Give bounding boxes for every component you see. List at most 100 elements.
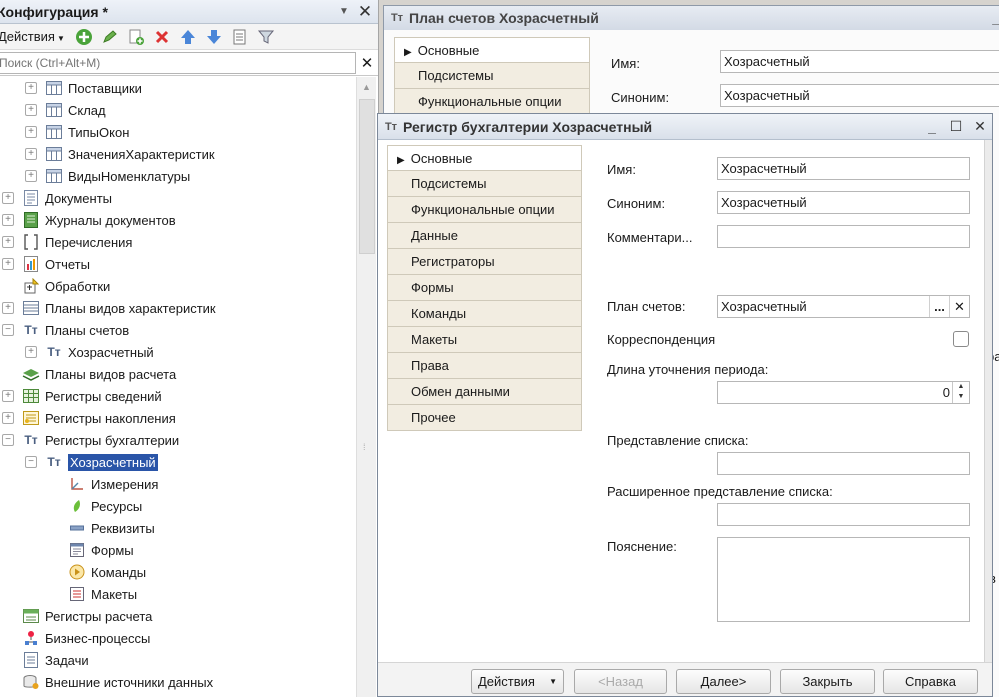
tree-item[interactable]: Ресурсы xyxy=(0,495,356,517)
tree-item[interactable]: Измерения xyxy=(0,473,356,495)
collapse-icon[interactable]: − xyxy=(25,456,37,468)
tree-item[interactable]: Команды xyxy=(0,561,356,583)
list-presentation-field[interactable] xyxy=(717,452,970,475)
tree-item[interactable]: + ТипыОкон xyxy=(0,121,356,143)
expand-icon[interactable]: + xyxy=(2,258,14,270)
expand-icon[interactable]: + xyxy=(25,82,37,94)
clear-icon[interactable]: ✕ xyxy=(949,296,969,317)
move-down-icon[interactable] xyxy=(201,26,227,48)
period-length-stepper[interactable]: 0 ▲ ▼ xyxy=(717,381,970,404)
list-icon[interactable] xyxy=(227,26,253,48)
expand-icon[interactable]: + xyxy=(2,236,14,248)
tree-item[interactable]: + Склад xyxy=(0,99,356,121)
tab-item[interactable]: Функциональные опции xyxy=(387,197,582,223)
collapse-icon[interactable]: − xyxy=(2,324,14,336)
expand-icon[interactable]: + xyxy=(2,390,14,402)
collapse-icon[interactable]: − xyxy=(2,434,14,446)
expand-icon[interactable]: + xyxy=(2,192,14,204)
pin-icon[interactable]: ▼ xyxy=(336,6,352,17)
tree-item[interactable]: − Тт Планы счетов xyxy=(0,319,356,341)
tab-item[interactable]: Команды xyxy=(387,301,582,327)
scroll-thumb[interactable] xyxy=(359,99,375,254)
tree-item[interactable]: Макеты xyxy=(0,583,356,605)
delete-icon[interactable] xyxy=(149,26,175,48)
copy-add-icon[interactable] xyxy=(123,26,149,48)
search-input[interactable] xyxy=(0,51,356,74)
tree-item[interactable]: − Тт Регистры бухгалтерии xyxy=(0,429,356,451)
tree-item[interactable]: + Регистры сведений xyxy=(0,385,356,407)
spin-icon[interactable]: ▲ ▼ xyxy=(952,382,969,403)
tab-item[interactable]: Данные xyxy=(387,223,582,249)
tab-item[interactable]: Обмен данными xyxy=(387,379,582,405)
add-icon[interactable] xyxy=(71,26,97,48)
tree-item[interactable]: Планы видов расчета xyxy=(0,363,356,385)
tree-item[interactable]: + Перечисления xyxy=(0,231,356,253)
actions-menu-button[interactable]: Действия ▼ xyxy=(0,29,65,44)
window-title-bar[interactable]: Тт План счетов Хозрасчетный _ xyxy=(384,6,999,30)
extended-list-presentation-field[interactable] xyxy=(717,503,970,526)
comment-field[interactable] xyxy=(717,225,970,248)
close-button[interactable]: Закрыть xyxy=(780,669,875,694)
scroll-up-icon[interactable]: ▲ xyxy=(357,77,376,97)
expand-icon[interactable]: + xyxy=(25,148,37,160)
tree-item[interactable]: + Журналы документов xyxy=(0,209,356,231)
tree-item[interactable]: + Тт Хозрасчетный xyxy=(0,341,356,363)
tree-item[interactable]: + Документы xyxy=(0,187,356,209)
tab-item[interactable]: Регистраторы xyxy=(387,249,582,275)
tree-item[interactable]: + Планы видов характеристик xyxy=(0,297,356,319)
tree-item[interactable]: + ВидыНоменклатуры xyxy=(0,165,356,187)
expand-icon[interactable]: + xyxy=(2,214,14,226)
actions-button[interactable]: Действия ▼ xyxy=(471,669,564,694)
next-button[interactable]: Далее> xyxy=(676,669,771,694)
tab-item[interactable]: Макеты xyxy=(387,327,582,353)
close-icon[interactable]: ✕ xyxy=(968,118,992,135)
tree-item[interactable]: Задачи xyxy=(0,649,356,671)
tab-item[interactable]: Формы xyxy=(387,275,582,301)
tree-item[interactable]: Обработки xyxy=(0,275,356,297)
tree-item[interactable]: + Отчеты xyxy=(0,253,356,275)
help-button[interactable]: Справка xyxy=(883,669,978,694)
window-title-bar[interactable]: Тт Регистр бухгалтерии Хозрасчетный _ ☐ … xyxy=(378,114,992,140)
select-button[interactable]: ... xyxy=(929,296,949,317)
filter-icon[interactable] xyxy=(253,26,279,48)
tab-item[interactable]: Права xyxy=(387,353,582,379)
close-icon[interactable]: ✕ xyxy=(352,2,378,22)
tab-item[interactable]: ▶ Основные xyxy=(387,145,582,171)
tree-item[interactable]: Бизнес-процессы xyxy=(0,627,356,649)
expand-icon[interactable]: + xyxy=(25,170,37,182)
expand-icon[interactable]: + xyxy=(25,346,37,358)
synonym-field[interactable]: Хозрасчетный xyxy=(720,84,999,107)
synonym-field[interactable]: Хозрасчетный xyxy=(717,191,970,214)
minimize-icon[interactable]: _ xyxy=(920,119,944,135)
tab-subsystems[interactable]: Подсистемы xyxy=(394,63,590,89)
expand-icon[interactable]: + xyxy=(25,126,37,138)
tree-item[interactable]: Внешние источники данных xyxy=(0,671,356,693)
tree-scrollbar[interactable]: ▲ ⁞ xyxy=(356,77,376,697)
back-button[interactable]: <Назад xyxy=(574,669,667,694)
tree-item[interactable]: + Поставщики xyxy=(0,77,356,99)
clear-search-icon[interactable]: ✕ xyxy=(356,54,378,72)
maximize-icon[interactable]: ☐ xyxy=(944,118,968,135)
tab-item[interactable]: Подсистемы xyxy=(387,171,582,197)
minimize-icon[interactable]: _ xyxy=(992,10,999,26)
explanation-textarea[interactable] xyxy=(717,537,970,622)
tree-item[interactable]: + Регистры накопления xyxy=(0,407,356,429)
tree-item[interactable]: Формы xyxy=(0,539,356,561)
tree-item[interactable]: Регистры расчета xyxy=(0,605,356,627)
move-up-icon[interactable] xyxy=(175,26,201,48)
expand-icon[interactable]: + xyxy=(2,302,14,314)
name-field[interactable]: Хозрасчетный xyxy=(717,157,970,180)
tab-functional-options[interactable]: Функциональные опции xyxy=(394,89,590,115)
name-field[interactable]: Хозрасчетный xyxy=(720,50,999,73)
tree-item[interactable]: − Тт Хозрасчетный xyxy=(0,451,356,473)
expand-icon[interactable]: + xyxy=(2,412,14,424)
expand-icon[interactable]: + xyxy=(25,104,37,116)
edit-pencil-icon[interactable] xyxy=(97,26,123,48)
tree-item[interactable]: + ЗначенияХарактеристик xyxy=(0,143,356,165)
tree-item[interactable]: Реквизиты xyxy=(0,517,356,539)
tab-main[interactable]: ▶ Основные xyxy=(394,37,590,63)
window-edge xyxy=(984,140,992,665)
correspondence-checkbox[interactable] xyxy=(953,331,969,347)
chart-of-accounts-field[interactable]: Хозрасчетный ... ✕ xyxy=(717,295,970,318)
tab-item[interactable]: Прочее xyxy=(387,405,582,431)
